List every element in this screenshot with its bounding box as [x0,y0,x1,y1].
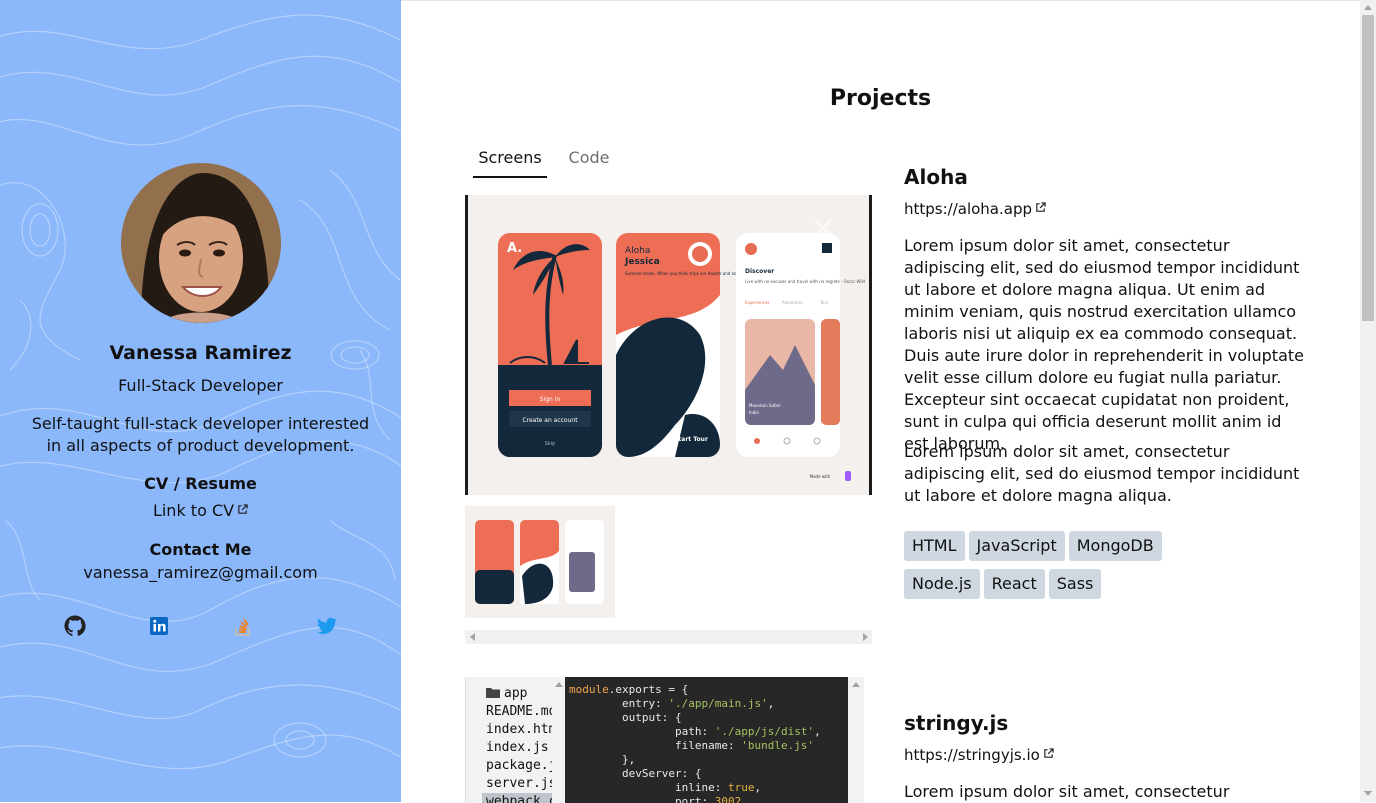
external-link-icon [1044,748,1054,758]
file-tree: app README.md index.html index.js packag… [465,677,566,803]
discover-sub-label: Live with no excuses and travel with no … [745,279,866,284]
code-token: .exports [608,683,662,696]
scrollbar-thumb[interactable] [1362,15,1374,321]
scroll-down-arrow[interactable] [1364,791,1372,796]
signin-label: Sign in [540,396,561,403]
tag-react: React [983,569,1045,599]
tag-javascript: JavaScript [968,531,1065,561]
code-token: 'bundle.js' [741,739,815,752]
github-icon[interactable] [63,614,87,638]
code-token: devServer [621,767,682,780]
folder-item[interactable]: app [486,685,527,703]
tagline-label: Summer break. When you think trips are d… [625,271,753,276]
code-token: inline [674,781,715,794]
project-description-2: Lorem ipsum dolor sit amet, consectetur … [904,442,1300,505]
code-token: filename [674,739,728,752]
scroll-up-arrow[interactable] [555,682,563,687]
file-item[interactable]: README.md [486,703,556,721]
tab-code[interactable]: Code [561,147,617,169]
thumbnail-scrollbar[interactable] [465,630,872,644]
project-title: stringy.js [904,711,1009,735]
code-token: path [674,725,702,738]
cat-tour: Tour [819,300,829,305]
project-title: Aloha [904,165,968,189]
made-with-label: Made with [810,474,831,479]
discover-label: Discover [745,268,774,275]
code-token: output [621,711,662,724]
avatar-portrait [121,163,281,323]
contact-heading: Contact Me [149,540,252,559]
project-url[interactable]: https://aloha.app [904,199,1046,219]
cat-adventure: Adventure [782,300,803,305]
profile-role: Full-Stack Developer [118,376,283,395]
profile-bio: Self-taught full-stack developer interes… [31,414,370,455]
twitter-icon[interactable] [315,614,339,638]
tab-screens[interactable]: Screens [473,147,547,169]
code-token: module [569,683,609,696]
stackoverflow-icon[interactable] [231,614,255,638]
file-name: app [504,686,528,701]
code-token: './app/main.js' [668,697,768,710]
create-account-label: Create an account [522,417,578,424]
aloha-label: Aloha [625,246,650,256]
tag-html: HTML [904,531,965,561]
editor-scrollbar[interactable] [848,677,864,803]
card-sub-label: India [749,410,759,415]
project-url-label[interactable]: https://aloha.app [904,200,1032,218]
tag-mongodb: MongoDB [1068,531,1162,561]
external-link-icon [238,504,248,514]
screenshot-thumbnail[interactable] [465,506,615,618]
scroll-up-arrow[interactable] [852,682,860,687]
page-title: Projects [829,86,932,111]
card-title-label: Mountain Safari [749,403,781,408]
project-screenshot[interactable]: A. Sign in Create an account Skip Aloha … [465,195,872,495]
avatar [121,163,281,323]
cv-link[interactable]: Link to CV [0,500,401,522]
file-item[interactable]: server.js [486,775,556,793]
main-content: Projects Screens Code A. Sign in Create … [401,0,1360,803]
scroll-left-arrow[interactable] [470,633,475,641]
code-viewer: app README.md index.html index.js packag… [465,677,864,803]
cv-heading: CV / Resume [144,474,257,493]
tech-tags: HTML JavaScript MongoDB Node.js React Sass [904,531,1244,607]
profile-name: Vanessa Ramirez [109,342,292,364]
code-token: = { [661,683,689,696]
project-description: Lorem ipsum dolor sit amet, consectetur … [904,782,1230,801]
page-scrollbar[interactable] [1360,0,1376,802]
app-logo: A. [507,241,522,256]
project-url-label[interactable]: https://stringyjs.io [904,746,1040,764]
external-link-icon [1036,202,1046,212]
cat-experiences: Experiences [745,300,769,305]
file-item[interactable]: index.js [486,739,549,757]
code-token: entry [621,697,656,710]
active-tab-indicator [473,176,547,178]
scroll-up-arrow[interactable] [1364,5,1372,10]
cv-link-label[interactable]: Link to CV [153,501,234,520]
project-url[interactable]: https://stringyjs.io [904,745,1054,765]
start-tour-label: Start Tour [674,436,708,443]
jessica-label: Jessica [624,257,660,267]
topographic-background [0,14,401,770]
linkedin-icon[interactable] [147,614,171,638]
tag-nodejs: Node.js [904,569,980,599]
code-token: }, [621,753,636,766]
code-editor[interactable]: module.exports = { entry: './app/main.js… [565,677,848,803]
file-tree-scrollbar[interactable] [552,677,566,803]
scroll-right-arrow[interactable] [863,633,868,641]
code-token: './app/js/dist' [714,725,815,738]
skip-label: Skip [545,441,556,447]
project-description: Lorem ipsum dolor sit amet, consectetur … [904,236,1304,453]
tag-sass: Sass [1048,569,1102,599]
contact-email[interactable]: vanessa_ramirez@gmail.com [0,562,401,584]
profile-sidebar: Vanessa Ramirez Full-Stack Developer Sel… [0,0,401,802]
code-token: true [727,781,755,794]
folder-icon [486,688,500,698]
